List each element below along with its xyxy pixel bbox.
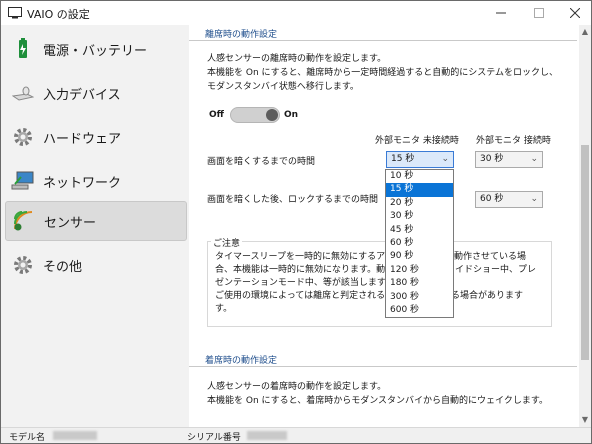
sidebar-item-hardware[interactable]: ハードウェア: [5, 117, 187, 157]
sidebar: 電源・バッテリー 入力デバイス ハードウェア ネットワーク センサー その他: [1, 25, 189, 427]
network-icon: [11, 169, 35, 193]
away-description: 本機能を On にすると、離席時から一定時間経過すると自動的にシステムをロックし…: [207, 68, 558, 78]
scrollbar-thumb[interactable]: [581, 145, 589, 360]
away-toggle-switch[interactable]: [230, 107, 280, 123]
select-value: 60 秒: [480, 194, 504, 204]
sidebar-item-label: その他: [43, 259, 83, 275]
sidebar-item-label: 電源・バッテリー: [43, 43, 148, 59]
dropdown-option[interactable]: 180 秒: [386, 277, 453, 290]
select-value: 30 秒: [480, 154, 504, 164]
sidebar-item-sensor[interactable]: センサー: [5, 201, 187, 241]
column-header-connected: 外部モニタ 接続時: [476, 136, 551, 146]
notice-line: タイマースリープを一時的に無効にするア: [215, 252, 386, 262]
sidebar-item-power-battery[interactable]: 電源・バッテリー: [5, 29, 187, 69]
notice-line: 合、本機能は一時的に無効になります。動: [215, 265, 386, 275]
dim-time-connected-select[interactable]: 30 秒 ⌄: [475, 151, 543, 168]
notice-line: を動作させている場: [445, 252, 527, 262]
sensor-settings-panel: 離席時の動作設定 人感センサーの離席時の動作を設定します。 本機能を On にす…: [189, 25, 579, 427]
close-button[interactable]: [557, 1, 591, 25]
presence-description: 人感センサーの着席時の動作を設定します。: [207, 382, 387, 392]
minimize-icon: [496, 12, 506, 14]
lock-time-label: 画面を暗くした後、ロックするまでの時間: [207, 195, 379, 205]
dropdown-option[interactable]: 90 秒: [386, 250, 453, 263]
dropdown-option[interactable]: 300 秒: [386, 291, 453, 304]
column-header-unconnected: 外部モニタ 未接続時: [375, 136, 459, 146]
away-description: 人感センサーの離席時の動作を設定します。: [207, 54, 387, 64]
chevron-down-icon: ⌄: [530, 194, 538, 204]
scroll-up-icon[interactable]: ▲: [579, 25, 591, 39]
select-value: 15 秒: [391, 154, 415, 164]
notice-line: す。: [215, 304, 233, 314]
dropdown-option[interactable]: 20 秒: [386, 197, 453, 210]
close-icon: [570, 8, 580, 18]
dim-time-unconnected-select[interactable]: 15 秒 ⌄: [386, 151, 454, 168]
sensor-icon: [12, 209, 36, 233]
dropdown-option-selected[interactable]: 15 秒: [386, 183, 453, 197]
chevron-down-icon: ⌄: [530, 154, 538, 164]
gear-icon: [11, 125, 35, 149]
notice-title: ご注意: [211, 236, 243, 249]
lock-time-connected-select[interactable]: 60 秒 ⌄: [475, 191, 543, 208]
section-divider: [189, 40, 577, 41]
chevron-down-icon: ⌄: [441, 154, 449, 164]
dropdown-option[interactable]: 30 秒: [386, 210, 453, 223]
toggle-on-label: On: [284, 110, 299, 120]
sidebar-item-label: 入力デバイス: [43, 87, 121, 103]
sidebar-item-label: ハードウェア: [43, 131, 122, 147]
section-divider: [189, 366, 577, 367]
sidebar-item-label: センサー: [44, 215, 97, 231]
settings-window: VAIO の設定 電源・バッテリー 入力デバイス ハードウェア ネットワーク セ…: [0, 0, 592, 444]
dim-time-label: 画面を暗くするまでの時間: [207, 157, 316, 167]
dropdown-option[interactable]: 60 秒: [386, 237, 453, 250]
notice-line: イドショー中、プレ: [455, 265, 537, 275]
battery-icon: [11, 37, 35, 61]
scroll-down-icon[interactable]: ▼: [579, 413, 591, 427]
minimize-button[interactable]: [483, 1, 519, 25]
sidebar-item-input-devices[interactable]: 入力デバイス: [5, 73, 187, 113]
notice-text: タイマースリープを一時的に無効にするア を動作させている場 合、本機能は一時的に…: [215, 251, 549, 316]
dropdown-option[interactable]: 600 秒: [386, 304, 453, 317]
sidebar-item-network[interactable]: ネットワーク: [5, 161, 187, 201]
toggle-knob: [266, 109, 278, 121]
window-title: VAIO の設定: [27, 8, 90, 21]
sidebar-item-other[interactable]: その他: [5, 245, 187, 285]
model-value-redacted: [53, 431, 97, 440]
status-bar: モデル名 シリアル番号: [1, 427, 591, 443]
sidebar-item-label: ネットワーク: [43, 175, 122, 191]
notice-line: る場合があります: [451, 291, 524, 301]
away-section-heading: 離席時の動作設定: [205, 30, 278, 40]
toggle-off-label: Off: [209, 110, 224, 120]
dim-time-dropdown-list: 10 秒 15 秒 20 秒 30 秒 45 秒 60 秒 90 秒 120 秒…: [385, 169, 454, 318]
model-label: モデル名: [9, 433, 46, 443]
serial-value-redacted: [247, 431, 287, 440]
dropdown-option[interactable]: 45 秒: [386, 224, 453, 237]
serial-label: シリアル番号: [187, 433, 241, 443]
away-description: モダンスタンバイ状態へ移行します。: [207, 82, 359, 92]
maximize-icon: [534, 8, 544, 18]
dropdown-option[interactable]: 120 秒: [386, 264, 453, 277]
vertical-scrollbar[interactable]: ▲ ▼: [579, 25, 591, 427]
maximize-button[interactable]: [521, 1, 557, 25]
presence-section-heading: 着席時の動作設定: [205, 356, 278, 366]
title-bar: VAIO の設定: [1, 1, 591, 25]
notice-line: ゼンテーションモード中、等が該当します。: [215, 278, 394, 288]
dropdown-option[interactable]: 10 秒: [386, 170, 453, 183]
gear-icon: [11, 253, 35, 277]
app-icon: [8, 7, 22, 19]
keyboard-icon: [11, 81, 35, 105]
presence-description: 本機能を On にすると、着席時からモダンスタンバイから自動的にウェイクします。: [207, 396, 548, 406]
notice-line: ご使用の環境によっては離席と判定される: [215, 291, 386, 301]
